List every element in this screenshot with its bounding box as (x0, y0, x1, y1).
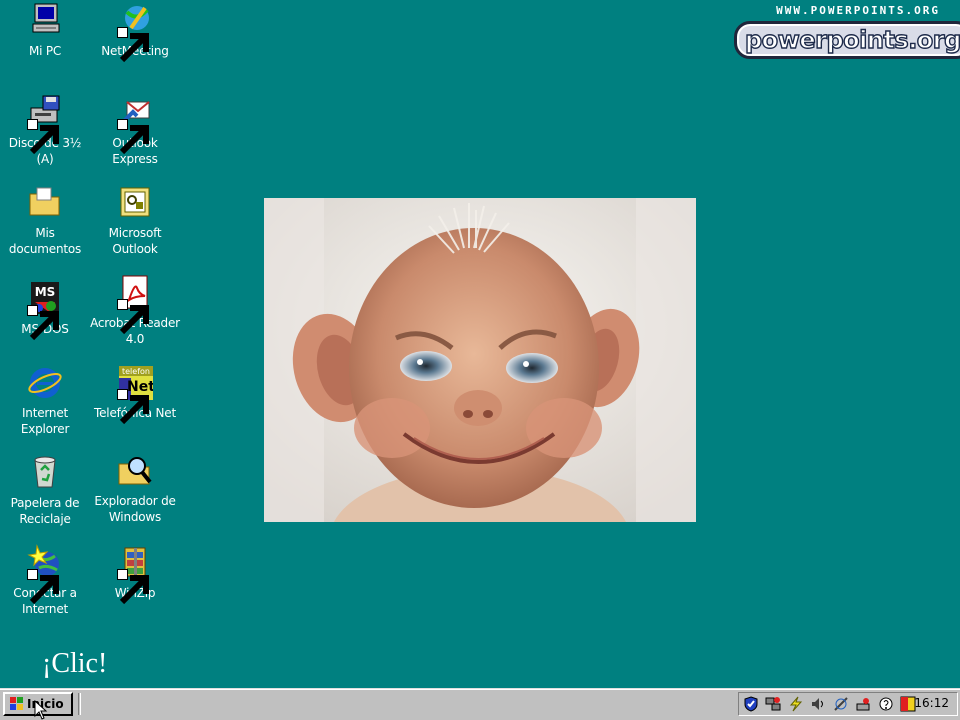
brand-url: WWW.POWERPOINTS.ORG (776, 4, 940, 17)
shortcut-arrow-icon (27, 569, 59, 605)
help-icon[interactable] (878, 696, 894, 712)
scanner-icon[interactable] (855, 696, 871, 712)
connect-internet-icon (27, 544, 63, 605)
clic-caption[interactable]: ¡Clic! (42, 648, 107, 680)
floppy-drive-icon (27, 94, 63, 155)
shield-icon[interactable] (743, 696, 759, 712)
taskbar-divider (78, 693, 81, 715)
tray-icons (743, 696, 918, 714)
folder-icon (27, 184, 63, 220)
shortcut-arrow-icon (117, 389, 149, 425)
shortcut-arrow-icon (117, 299, 149, 335)
outlook-express-icon (117, 94, 153, 155)
netmeeting-icon (117, 2, 153, 63)
desktop-icon-label: Mi PC (28, 44, 62, 58)
desktop-icon-label: Mis documentos (8, 226, 82, 256)
powerpoints-branding: WWW.POWERPOINTS.ORG powerpoints.org (734, 4, 960, 59)
desktop-icon-mis-documentos[interactable]: Mis documentos (0, 184, 90, 257)
desktop: Mi PC Disco de 3½ (A) Mis documentos MS … (0, 0, 960, 688)
desktop-icon-label: Explorador de Windows (94, 494, 176, 524)
network-icon[interactable] (765, 696, 781, 712)
desktop-icon-mi-pc[interactable]: Mi PC (0, 2, 90, 59)
desktop-icon-label: Papelera de Reciclaje (10, 496, 80, 526)
lightning-icon[interactable] (788, 696, 804, 712)
system-tray: 16:12 (738, 692, 958, 716)
shortcut-arrow-icon (27, 119, 59, 155)
windows-logo-icon (10, 697, 23, 710)
desktop-icon-papelera[interactable]: Papelera de Reciclaje (0, 454, 90, 527)
taskbar-clock[interactable]: 16:12 (914, 696, 949, 710)
desktop-icon-winzip[interactable]: WinZip (90, 544, 180, 605)
svg-text:MS: MS (35, 285, 56, 299)
acrobat-icon (117, 274, 153, 335)
speaker-icon[interactable] (810, 696, 826, 712)
desktop-icon-explorador[interactable]: Explorador de Windows (90, 452, 180, 525)
shortcut-arrow-icon (117, 27, 149, 63)
internet-explorer-icon (27, 364, 63, 400)
computer-icon (27, 2, 63, 38)
desktop-icon-outlook-express[interactable]: Outlook Express (90, 94, 180, 167)
desktop-icon-acrobat[interactable]: Acrobat Reader 4.0 (90, 274, 180, 347)
desktop-icon-netmeeting[interactable]: NetMeeting (90, 2, 180, 63)
shortcut-arrow-icon (117, 569, 149, 605)
antenna-icon[interactable] (833, 696, 849, 712)
powerpoints-logo: powerpoints.org (734, 21, 960, 59)
desktop-icon-disco[interactable]: Disco de 3½ (A) (0, 94, 90, 167)
taskbar: Inicio 16:12 (0, 688, 960, 720)
desktop-icon-ms-dos[interactable]: MS MS-DOS (0, 280, 90, 341)
mouse-cursor-icon (34, 700, 48, 720)
desktop-icon-telefonica[interactable]: telefon Net Telefónica Net (90, 364, 180, 425)
desktop-icon-microsoft-outlook[interactable]: Microsoft Outlook (90, 184, 180, 257)
recycle-bin-icon (27, 454, 63, 490)
svg-text:telefon: telefon (122, 367, 150, 376)
telefonica-net-icon: telefon Net (117, 364, 153, 425)
outlook-icon (117, 184, 153, 220)
desktop-icon-internet-explorer[interactable]: Internet Explorer (0, 364, 90, 437)
shortcut-arrow-icon (117, 119, 149, 155)
desktop-icon-label: Internet Explorer (20, 406, 70, 436)
desktop-icon-conectar[interactable]: Conectar a Internet (0, 544, 90, 617)
shortcut-arrow-icon (27, 305, 59, 341)
windows-explorer-icon (117, 452, 153, 488)
ms-dos-icon: MS (27, 280, 63, 341)
desktop-icon-label: Microsoft Outlook (108, 226, 162, 256)
winzip-icon (117, 544, 153, 605)
baby-face-photo[interactable] (264, 198, 696, 522)
